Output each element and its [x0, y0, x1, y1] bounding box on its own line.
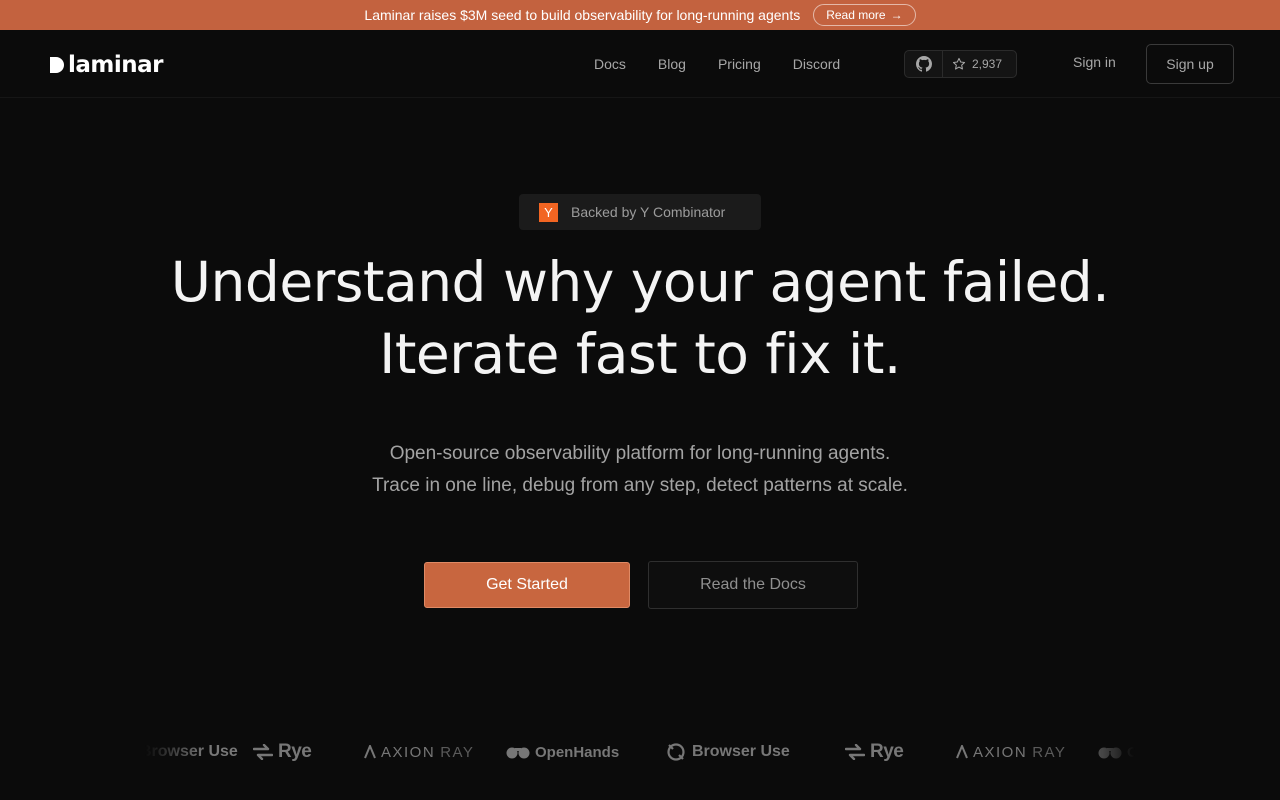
nav-links: Docs Blog Pricing Discord: [594, 52, 840, 76]
github-icon-wrap: [905, 51, 943, 77]
logo-name: AXION: [381, 743, 436, 761]
nav-link-discord[interactable]: Discord: [793, 56, 840, 72]
axion-icon: [956, 745, 968, 759]
axion-icon: [364, 745, 376, 759]
arrow-right-icon: →: [890, 8, 903, 22]
subheadline-line-2: Trace in one line, debug from any step, …: [372, 475, 908, 496]
logo-name: Browser Use: [145, 743, 238, 760]
logo-openhands: OpenHands: [1098, 730, 1135, 774]
yc-badge-text: Backed by Y Combinator: [571, 204, 726, 220]
rye-icon: [845, 744, 865, 760]
read-docs-button[interactable]: Read the Docs: [648, 561, 858, 609]
headline-line-1: Understand why your agent failed.: [170, 250, 1110, 314]
hero-subheadline: Open-source observability platform for l…: [0, 438, 1280, 502]
read-more-link[interactable]: Read more →: [813, 4, 916, 26]
subheadline-line-1: Open-source observability platform for l…: [389, 443, 891, 464]
logo-name: OpenHands: [1127, 743, 1135, 761]
sign-in-link[interactable]: Sign in: [1073, 54, 1116, 70]
get-started-button[interactable]: Get Started: [424, 562, 630, 608]
logo-name: Rye: [870, 741, 904, 762]
read-more-label: Read more: [826, 8, 886, 22]
hero-headline: Understand why your agent failed. Iterat…: [0, 246, 1280, 390]
github-stars-widget[interactable]: 2,937: [904, 50, 1017, 78]
logo-browser-use: Browser Use: [665, 730, 790, 774]
logo-browser-use: Browser Use: [145, 730, 238, 774]
logo-suffix: RAY: [1032, 743, 1067, 761]
nav-link-blog[interactable]: Blog: [658, 56, 686, 72]
logo-name: Browser Use: [692, 743, 790, 760]
y-combinator-logo: Y: [539, 202, 558, 222]
customer-logos-strip: Browser Use Rye AXION RAY OpenHands Brow…: [145, 730, 1135, 774]
nav-link-docs[interactable]: Docs: [594, 56, 626, 72]
openhands-icon: [1098, 747, 1122, 759]
brand-name: laminar: [68, 52, 164, 78]
navbar: laminar Docs Blog Pricing Discord 2,937 …: [0, 30, 1280, 98]
sign-up-button[interactable]: Sign up: [1146, 44, 1234, 84]
logo-name: OpenHands: [535, 743, 620, 761]
brand-logo[interactable]: laminar: [48, 52, 164, 78]
star-icon: [952, 57, 966, 70]
logo-rye: Rye: [253, 730, 312, 774]
headline-line-2: Iterate fast to fix it.: [379, 322, 901, 386]
banner-text: Laminar raises $3M seed to build observa…: [364, 7, 801, 23]
logo-suffix: RAY: [440, 743, 475, 761]
rye-icon: [253, 744, 273, 760]
github-star-count: 2,937: [943, 57, 1002, 71]
logo-name: Rye: [278, 741, 312, 762]
openhands-icon: [506, 747, 530, 759]
logo-axion-ray: AXION RAY: [364, 730, 474, 774]
logo-name: AXION: [973, 743, 1028, 761]
announcement-banner: Laminar raises $3M seed to build observa…: [0, 0, 1280, 30]
yc-badge: Y Backed by Y Combinator: [519, 194, 761, 230]
browser-use-icon: [667, 743, 685, 761]
github-icon: [915, 56, 932, 72]
star-count: 2,937: [972, 57, 1003, 71]
nav-link-pricing[interactable]: Pricing: [718, 56, 761, 72]
logo-axion-ray: AXION RAY: [956, 730, 1066, 774]
logo-openhands: OpenHands: [506, 730, 619, 774]
laminar-logo-icon: [50, 57, 64, 73]
logo-rye: Rye: [845, 730, 904, 774]
